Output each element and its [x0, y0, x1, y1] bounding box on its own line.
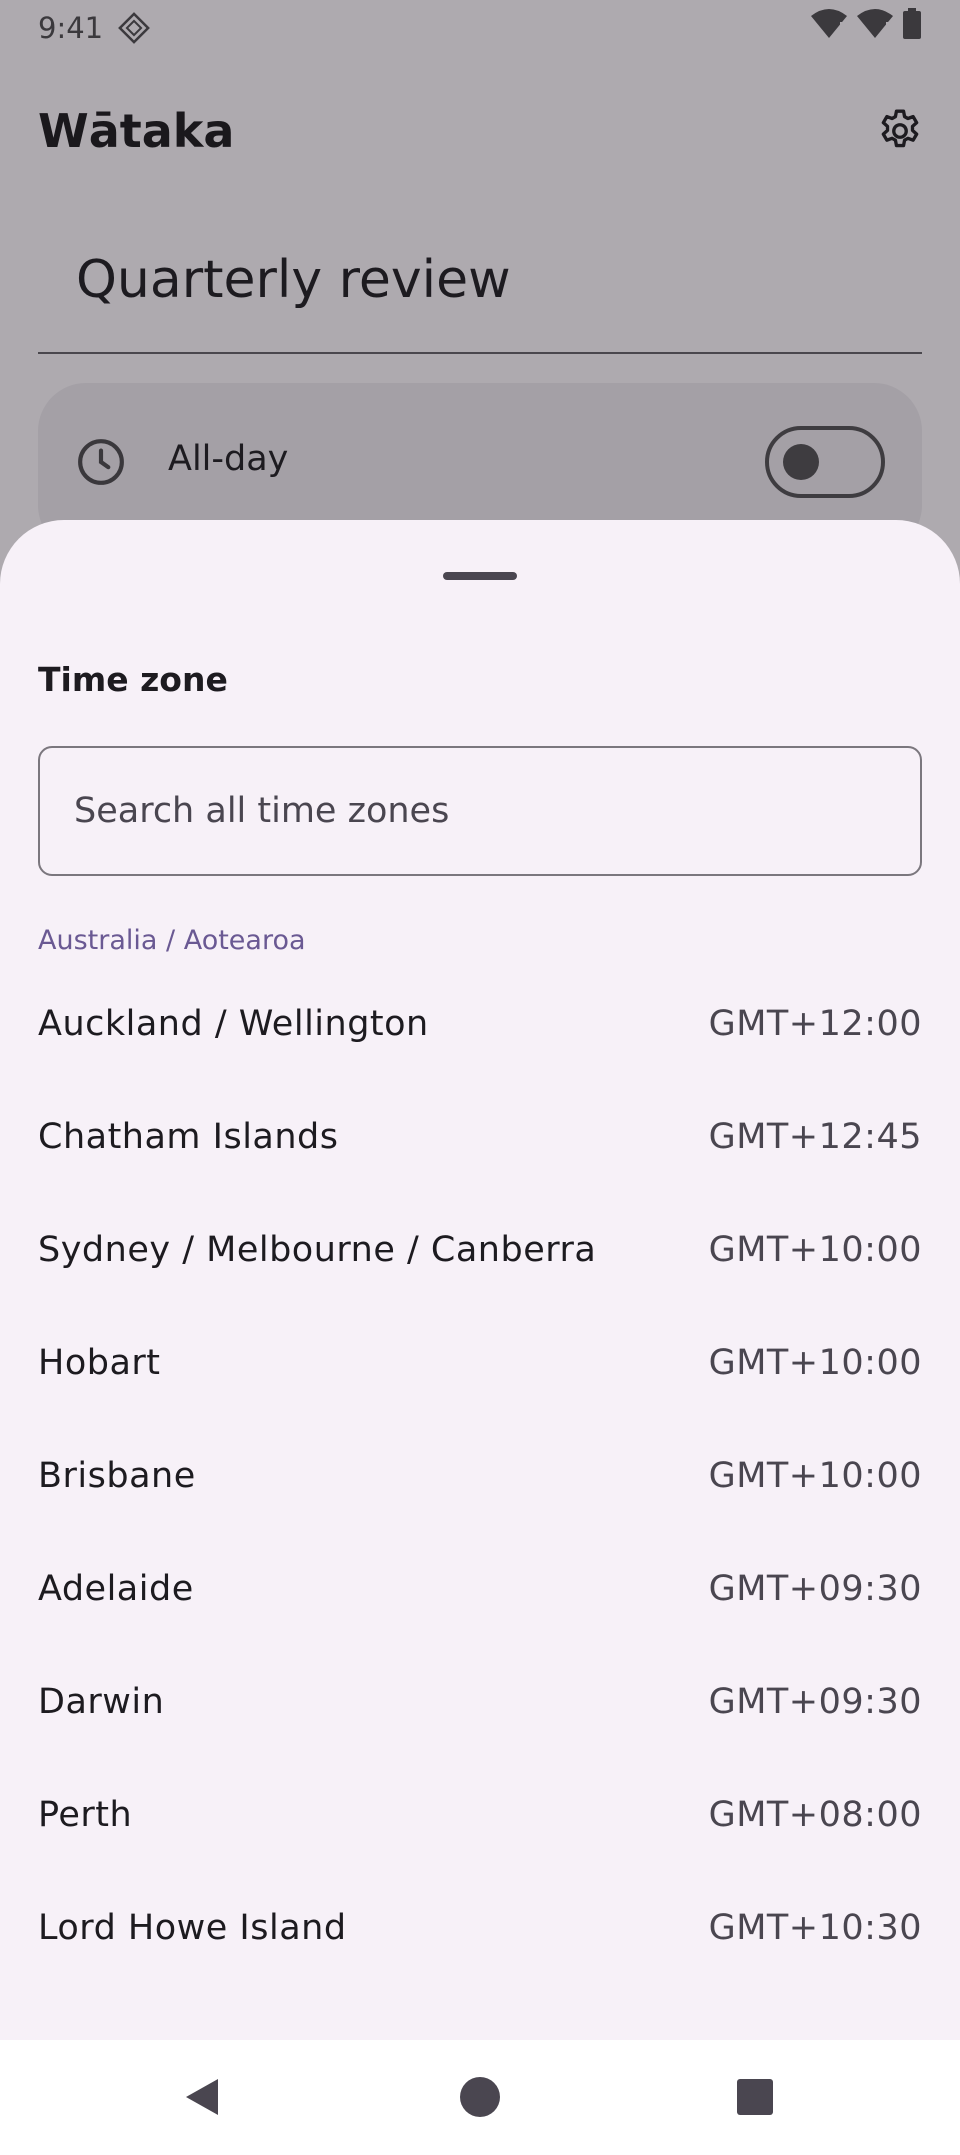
home-button[interactable]: [445, 2062, 515, 2132]
time-zone-offset: GMT+09:30: [708, 1681, 922, 1722]
time-zone-offset: GMT+08:00: [708, 1794, 922, 1835]
time-zone-row[interactable]: Auckland / Wellington GMT+12:00: [0, 967, 960, 1080]
app-bar: Wātaka: [0, 90, 960, 172]
status-bar: 9:41: [0, 0, 960, 56]
notification-icon: [117, 11, 151, 45]
time-zone-name: Hobart: [38, 1342, 161, 1383]
time-zone-name: Darwin: [38, 1681, 165, 1722]
time-zone-row[interactable]: Lord Howe Island GMT+10:30: [0, 1871, 960, 1984]
time-zone-name: Lord Howe Island: [38, 1907, 347, 1948]
time-zone-offset: GMT+12:45: [708, 1116, 922, 1157]
time-zone-offset: GMT+09:30: [708, 1568, 922, 1609]
app-title: Wātaka: [38, 104, 235, 158]
time-zone-row[interactable]: Chatham Islands GMT+12:45: [0, 1080, 960, 1193]
status-icons: [810, 8, 922, 48]
time-zone-offset: GMT+10:30: [708, 1907, 922, 1948]
time-zone-row[interactable]: Adelaide GMT+09:30: [0, 1532, 960, 1645]
navigation-bar: [0, 2040, 960, 2155]
status-time: 9:41: [38, 11, 104, 45]
event-title-field[interactable]: Quarterly review: [38, 222, 922, 354]
time-zone-row[interactable]: Perth GMT+08:00: [0, 1758, 960, 1871]
time-zone-name: Perth: [38, 1794, 133, 1835]
time-zone-name: Sydney / Melbourne / Canberra: [38, 1229, 597, 1270]
time-zone-offset: GMT+10:00: [708, 1342, 922, 1383]
time-zone-row[interactable]: Brisbane GMT+10:00: [0, 1419, 960, 1532]
time-zone-name: Adelaide: [38, 1568, 194, 1609]
time-zone-offset: GMT+12:00: [708, 1003, 922, 1044]
recents-icon: [737, 2079, 773, 2115]
time-zone-offset: GMT+10:00: [708, 1455, 922, 1496]
search-field[interactable]: [38, 746, 922, 876]
time-zone-offset: GMT+10:00: [708, 1229, 922, 1270]
time-zone-row[interactable]: Darwin GMT+09:30: [0, 1645, 960, 1758]
drag-handle[interactable]: [443, 572, 517, 580]
time-zone-sheet: Time zone Australia / Aotearoa Auckland …: [0, 520, 960, 2040]
battery-icon: [902, 8, 922, 48]
sheet-title: Time zone: [38, 660, 228, 699]
back-icon: [186, 2079, 218, 2115]
settings-button[interactable]: [868, 99, 932, 163]
clock-icon: [76, 437, 126, 492]
toggle-thumb: [783, 444, 819, 480]
home-icon: [460, 2077, 500, 2117]
time-zone-list: Auckland / Wellington GMT+12:00 Chatham …: [0, 967, 960, 1984]
wifi-icon: [810, 8, 848, 48]
section-header: Australia / Aotearoa: [38, 925, 306, 956]
gear-icon: [881, 109, 919, 148]
back-button[interactable]: [167, 2062, 237, 2132]
search-input[interactable]: [74, 748, 884, 874]
time-zone-row[interactable]: Sydney / Melbourne / Canberra GMT+10:00: [0, 1193, 960, 1306]
all-day-label: All-day: [168, 439, 289, 479]
time-zone-name: Auckland / Wellington: [38, 1003, 429, 1044]
all-day-toggle[interactable]: [765, 426, 885, 498]
time-zone-name: Chatham Islands: [38, 1116, 339, 1157]
time-zone-row[interactable]: Hobart GMT+10:00: [0, 1306, 960, 1419]
event-title-text: Quarterly review: [76, 250, 511, 310]
recents-button[interactable]: [720, 2062, 790, 2132]
signal-icon: [856, 8, 894, 48]
time-zone-name: Brisbane: [38, 1455, 196, 1496]
